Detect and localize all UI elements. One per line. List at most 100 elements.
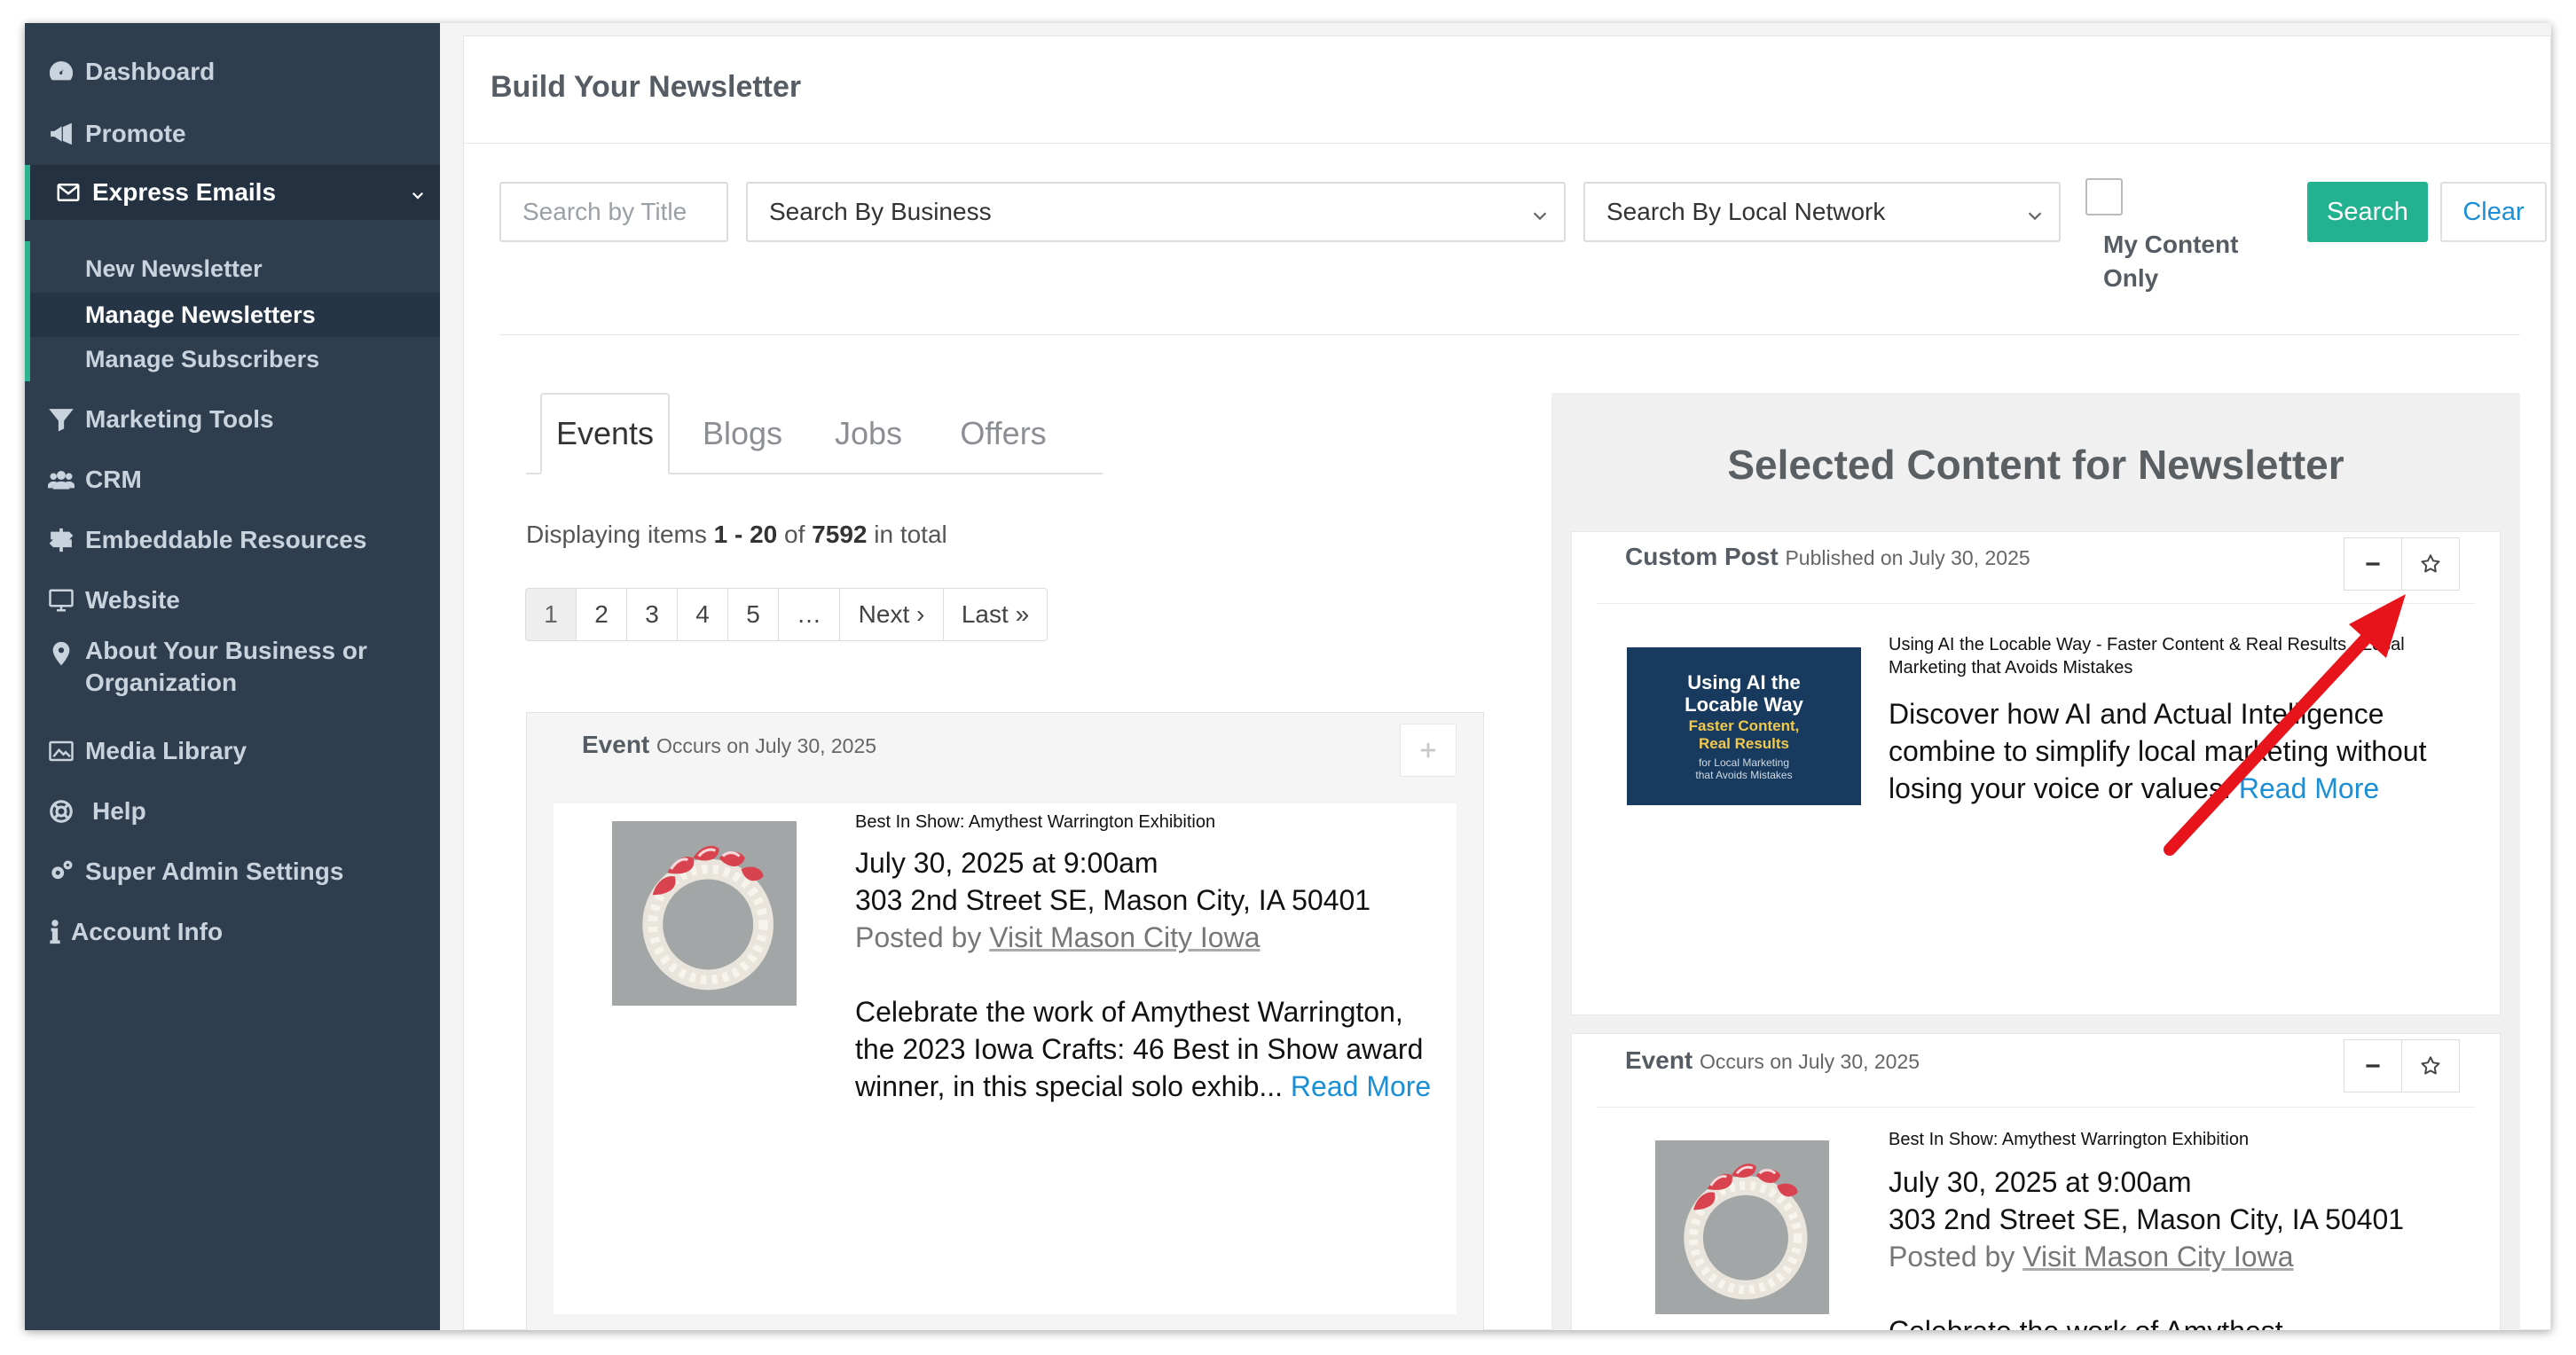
sidebar-item-promote[interactable]: Promote [25,106,440,161]
tab-events[interactable]: Events [540,393,670,474]
chevron-down-icon [410,181,426,200]
clear-button[interactable]: Clear [2440,182,2547,242]
posted-by-link[interactable]: Visit Mason City Iowa [2022,1241,2293,1273]
monitor-icon [46,585,76,615]
sidebar-item-label: CRM [85,466,142,493]
thumb-line-2: Locable Way [1685,693,1803,716]
read-more-link[interactable]: Read More [2239,772,2379,804]
divider [1597,603,2475,604]
life-ring-icon [46,796,76,826]
my-content-only-label: My Content Only [2085,228,2263,295]
star-icon [2421,1056,2440,1075]
sidebar-item-express-emails[interactable]: Express Emails [25,165,440,220]
page-1[interactable]: 1 [525,588,577,641]
sidebar-item-super-admin-settings[interactable]: Super Admin Settings [25,844,440,899]
local-network-select[interactable]: Search By Local Network [1583,182,2061,242]
selected-content-title: Selected Content for Newsletter [1727,442,2344,488]
page-5[interactable]: 5 [727,588,779,641]
search-title-input[interactable] [522,184,726,240]
page-4[interactable]: 4 [677,588,728,641]
sidebar-item-about-business[interactable]: About Your Business or Organization [25,626,440,701]
sidebar-item-label: Promote [85,120,186,147]
sidebar-subitem-new-newsletter[interactable]: New Newsletter [30,247,440,291]
business-select[interactable]: Search By Business [746,182,1566,242]
selected-event-thumbnail[interactable] [1655,1140,1829,1314]
sidebar-item-label: Embeddable Resources [85,526,367,553]
sidebar-item-label: Media Library [85,737,247,764]
selected-event-type: Event [1625,1046,1693,1074]
search-title-field[interactable] [499,182,728,242]
thumb-line-5: for Local Marketing [1698,756,1790,769]
sidebar-item-help[interactable]: Help [25,784,440,839]
selected-event-header: Event Occurs on July 30, 2025 [1625,1046,1920,1075]
tab-offers[interactable]: Offers [938,393,1069,474]
cogs-icon [46,857,76,887]
sidebar-subitem-manage-newsletters[interactable]: Manage Newsletters [30,293,440,337]
posted-by-link[interactable]: Visit Mason City Iowa [989,921,1260,953]
sidebar-item-label: Dashboard [85,58,216,85]
event-posted-by: Posted by Visit Mason City Iowa [855,919,1441,956]
custom-post-meta: Published on July 30, 2025 [1785,546,2030,569]
display-count-range: 1 - 20 [713,521,778,548]
star-icon [2421,554,2440,573]
event-small-title: Best In Show: Amythest Warrington Exhibi… [855,812,1216,832]
event-card-meta: Occurs on July 30, 2025 [656,734,877,757]
feature-star-button[interactable] [2401,1039,2460,1093]
page-last[interactable]: Last » [943,588,1048,641]
selected-event-card: Event Occurs on July 30, 2025 Best In Sh… [1571,1033,2501,1330]
search-button[interactable]: Search [2307,182,2428,242]
sidebar-item-crm[interactable]: CRM [25,452,440,507]
tab-jobs[interactable]: Jobs [812,393,925,474]
app-window: Dashboard Promote Express Emails New New… [25,23,2551,1330]
minus-icon [2366,1064,2380,1068]
custom-post-description: Discover how AI and Actual Intelligence … [1889,695,2474,807]
selected-event-details: July 30, 2025 at 9:00am 303 2nd Street S… [1889,1163,2492,1330]
page-2[interactable]: 2 [576,588,627,641]
thumb-line-4: Real Results [1698,735,1790,752]
plus-icon [1420,742,1436,758]
sidebar-subitem-manage-subscribers[interactable]: Manage Subscribers [30,337,440,381]
divider [1597,1107,2475,1108]
sidebar-item-label: Help [92,797,146,825]
sidebar-item-media-library[interactable]: Media Library [25,724,440,779]
sidebar-item-dashboard[interactable]: Dashboard [25,44,440,99]
page-title: Build Your Newsletter [491,70,802,104]
selected-event-description: Celebrate the work of Amythest [1889,1312,2492,1330]
feature-star-button[interactable] [2401,537,2460,591]
add-to-newsletter-button[interactable] [1400,724,1457,777]
selected-event-meta: Occurs on July 30, 2025 [1700,1050,1920,1073]
selected-content-panel: Selected Content for Newsletter Custom P… [1551,393,2520,1330]
sidebar-item-marketing-tools[interactable]: Marketing Tools [25,392,440,447]
event-thumbnail[interactable] [612,821,797,1006]
sidebar-item-website[interactable]: Website [25,573,440,628]
divider [464,143,2550,144]
remove-button[interactable] [2344,537,2402,591]
custom-post-thumbnail[interactable]: Using AI the Locable Way Faster Content,… [1627,647,1861,805]
sidebar-item-label: Super Admin Settings [85,858,344,885]
info-icon [46,917,64,947]
event-description: Celebrate the work of Amythest Warringto… [855,993,1441,1105]
posted-by-prefix: Posted by [1889,1241,2023,1273]
sidebar-item-label: Marketing Tools [85,405,274,433]
sidebar-item-embeddable-resources[interactable]: Embeddable Resources [25,513,440,568]
sidebar-subitem-label: Manage Newsletters [85,301,316,328]
sidebar-item-label: Express Emails [92,178,277,206]
page-ellipsis: … [778,588,840,641]
selected-event-posted-by: Posted by Visit Mason City Iowa [1889,1238,2492,1275]
event-card-body: Best In Show: Amythest Warrington Exhibi… [554,803,1457,1314]
page-next[interactable]: Next › [839,588,944,641]
display-count-total: 7592 [812,521,868,548]
my-content-only-checkbox[interactable] [2085,178,2123,215]
custom-post-header: Custom Post Published on July 30, 2025 [1625,543,2030,571]
event-address: 303 2nd Street SE, Mason City, IA 50401 [855,884,1371,916]
my-content-label-text: My Content Only [2103,231,2239,292]
read-more-link[interactable]: Read More [1291,1070,1431,1102]
thumb-line-1: Using AI the [1687,671,1801,693]
tab-blogs[interactable]: Blogs [680,393,805,474]
sidebar-item-account-info[interactable]: Account Info [25,905,440,959]
sidebar-item-label: About Your Business or Organization [85,637,367,696]
event-card-type: Event [582,731,650,758]
page-3[interactable]: 3 [626,588,678,641]
remove-button[interactable] [2344,1039,2402,1093]
